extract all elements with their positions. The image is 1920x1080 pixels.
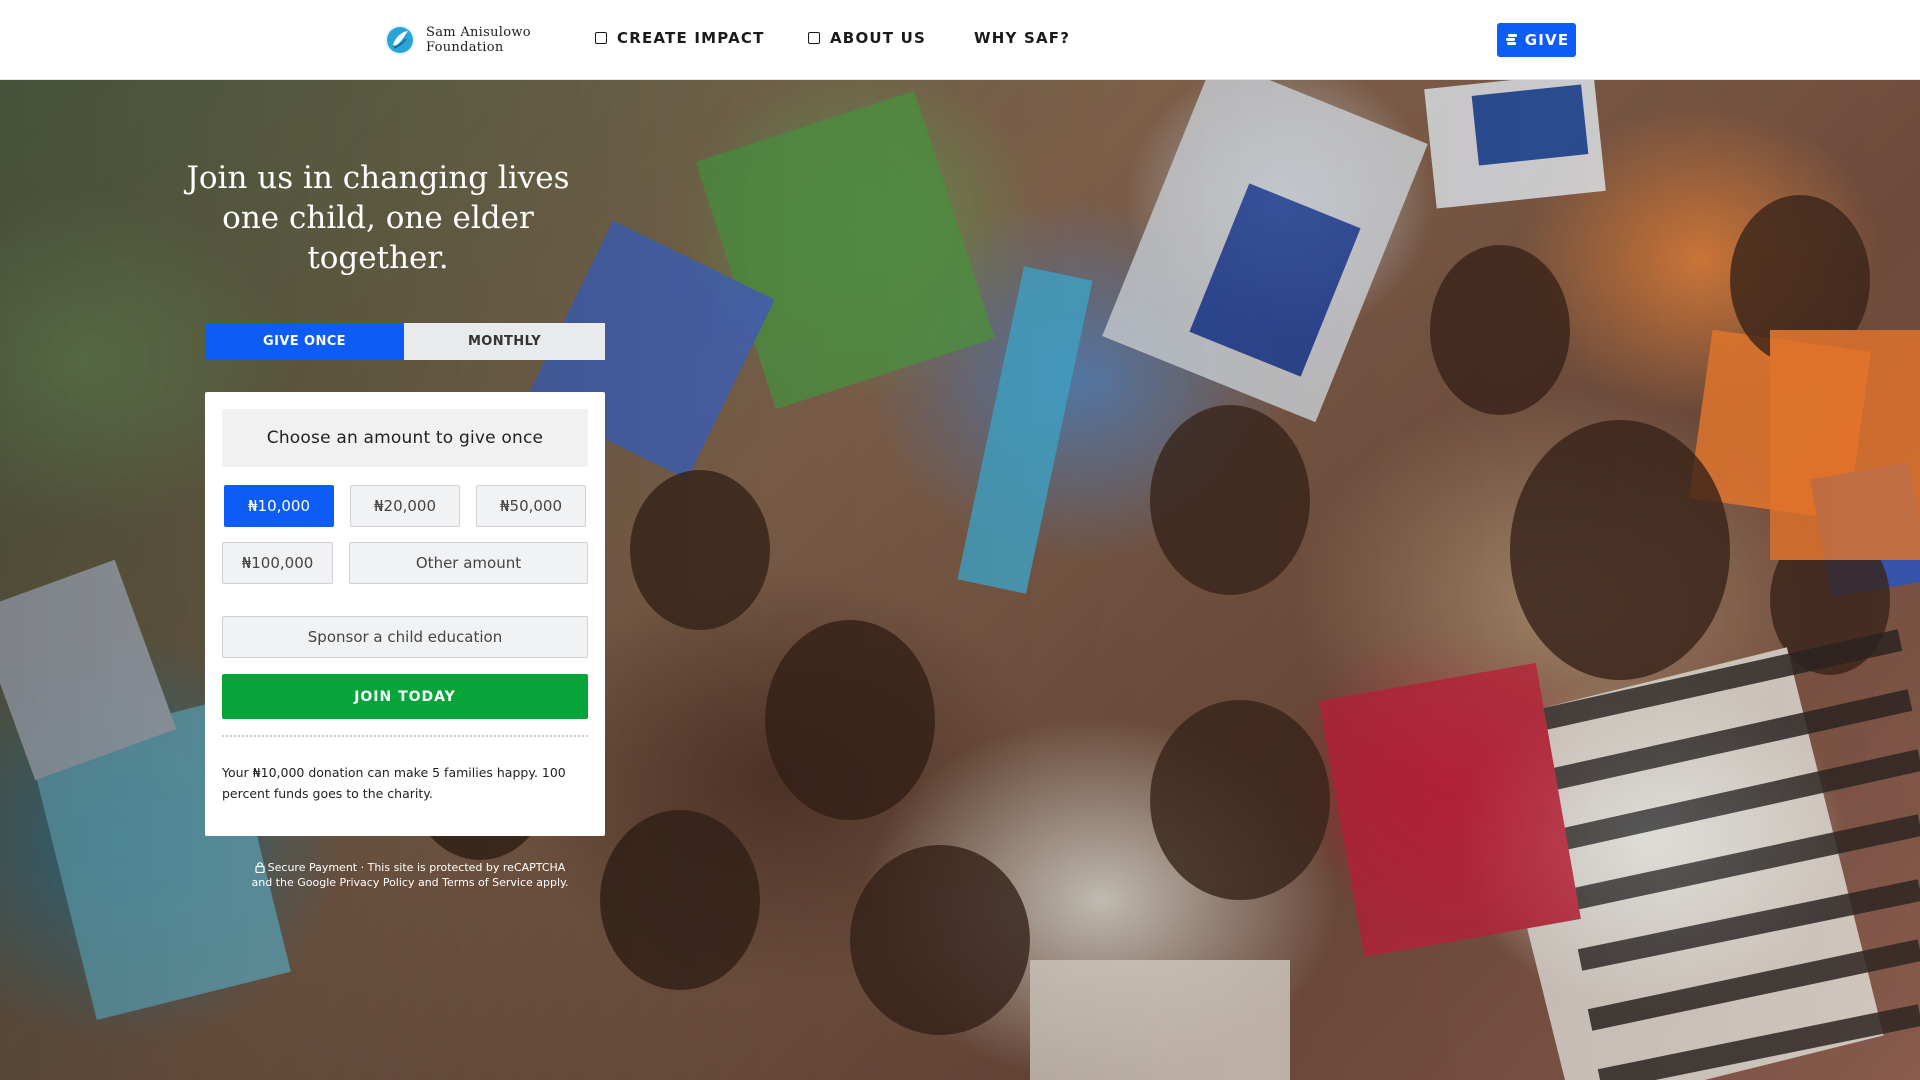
brand-name: Sam Anisulowo Foundation (426, 25, 531, 55)
brand-logo-link[interactable]: Sam Anisulowo Foundation (384, 24, 531, 56)
coins-icon (1505, 34, 1517, 45)
amount-option-100000[interactable]: ₦100,000 (222, 542, 333, 584)
nav-about-us-label: ABOUT US (830, 29, 927, 47)
give-button[interactable]: GIVE (1497, 23, 1576, 57)
lock-icon (255, 862, 265, 873)
hero-title-line1: Join us in changing lives (186, 160, 570, 196)
secure-line1: Secure Payment · This site is protected … (267, 861, 566, 874)
hero-section: Join us in changing lives one child, one… (0, 80, 1920, 1080)
hero-title-line3: together. (307, 240, 449, 276)
amount-option-20000[interactable]: ₦20,000 (350, 485, 460, 527)
give-button-label: GIVE (1524, 31, 1570, 49)
donation-purpose-select[interactable]: Sponsor a child education (222, 616, 588, 658)
foundation-logo-icon (385, 25, 415, 55)
nav-create-impact[interactable]: CREATE IMPACT (595, 29, 765, 47)
secure-line2: and the Google Privacy Policy and Terms … (251, 876, 569, 889)
navbar: Sam Anisulowo Foundation CREATE IMPACT A… (0, 0, 1920, 80)
nav-about-us[interactable]: ABOUT US (808, 29, 926, 47)
brand-name-line2: Foundation (426, 40, 504, 55)
nav-create-impact-label: CREATE IMPACT (617, 29, 765, 47)
nav-why-saf[interactable]: WHY SAF? (974, 29, 1070, 47)
nav-why-saf-label: WHY SAF? (974, 29, 1071, 47)
square-icon (808, 32, 820, 44)
donation-impact-note: Your ₦10,000 donation can make 5 familie… (222, 765, 566, 801)
other-amount-button[interactable]: Other amount (349, 542, 588, 584)
hero-title: Join us in changing lives one child, one… (168, 158, 588, 278)
join-today-button[interactable]: JOIN TODAY (222, 674, 588, 719)
amount-option-10000[interactable]: ₦10,000 (224, 485, 334, 527)
amount-option-50000[interactable]: ₦50,000 (476, 485, 586, 527)
amount-heading: Choose an amount to give once (222, 409, 588, 467)
tab-give-once[interactable]: GIVE ONCE (205, 323, 404, 360)
secure-payment-notice: Secure Payment · This site is protected … (220, 860, 600, 890)
donation-form-card: Choose an amount to give once ₦10,000 ₦2… (205, 392, 605, 836)
square-icon (595, 32, 607, 44)
divider (222, 735, 588, 737)
tab-monthly[interactable]: MONTHLY (404, 323, 605, 360)
brand-name-line1: Sam Anisulowo (426, 25, 531, 40)
hero-title-line2: one child, one elder (222, 200, 534, 236)
